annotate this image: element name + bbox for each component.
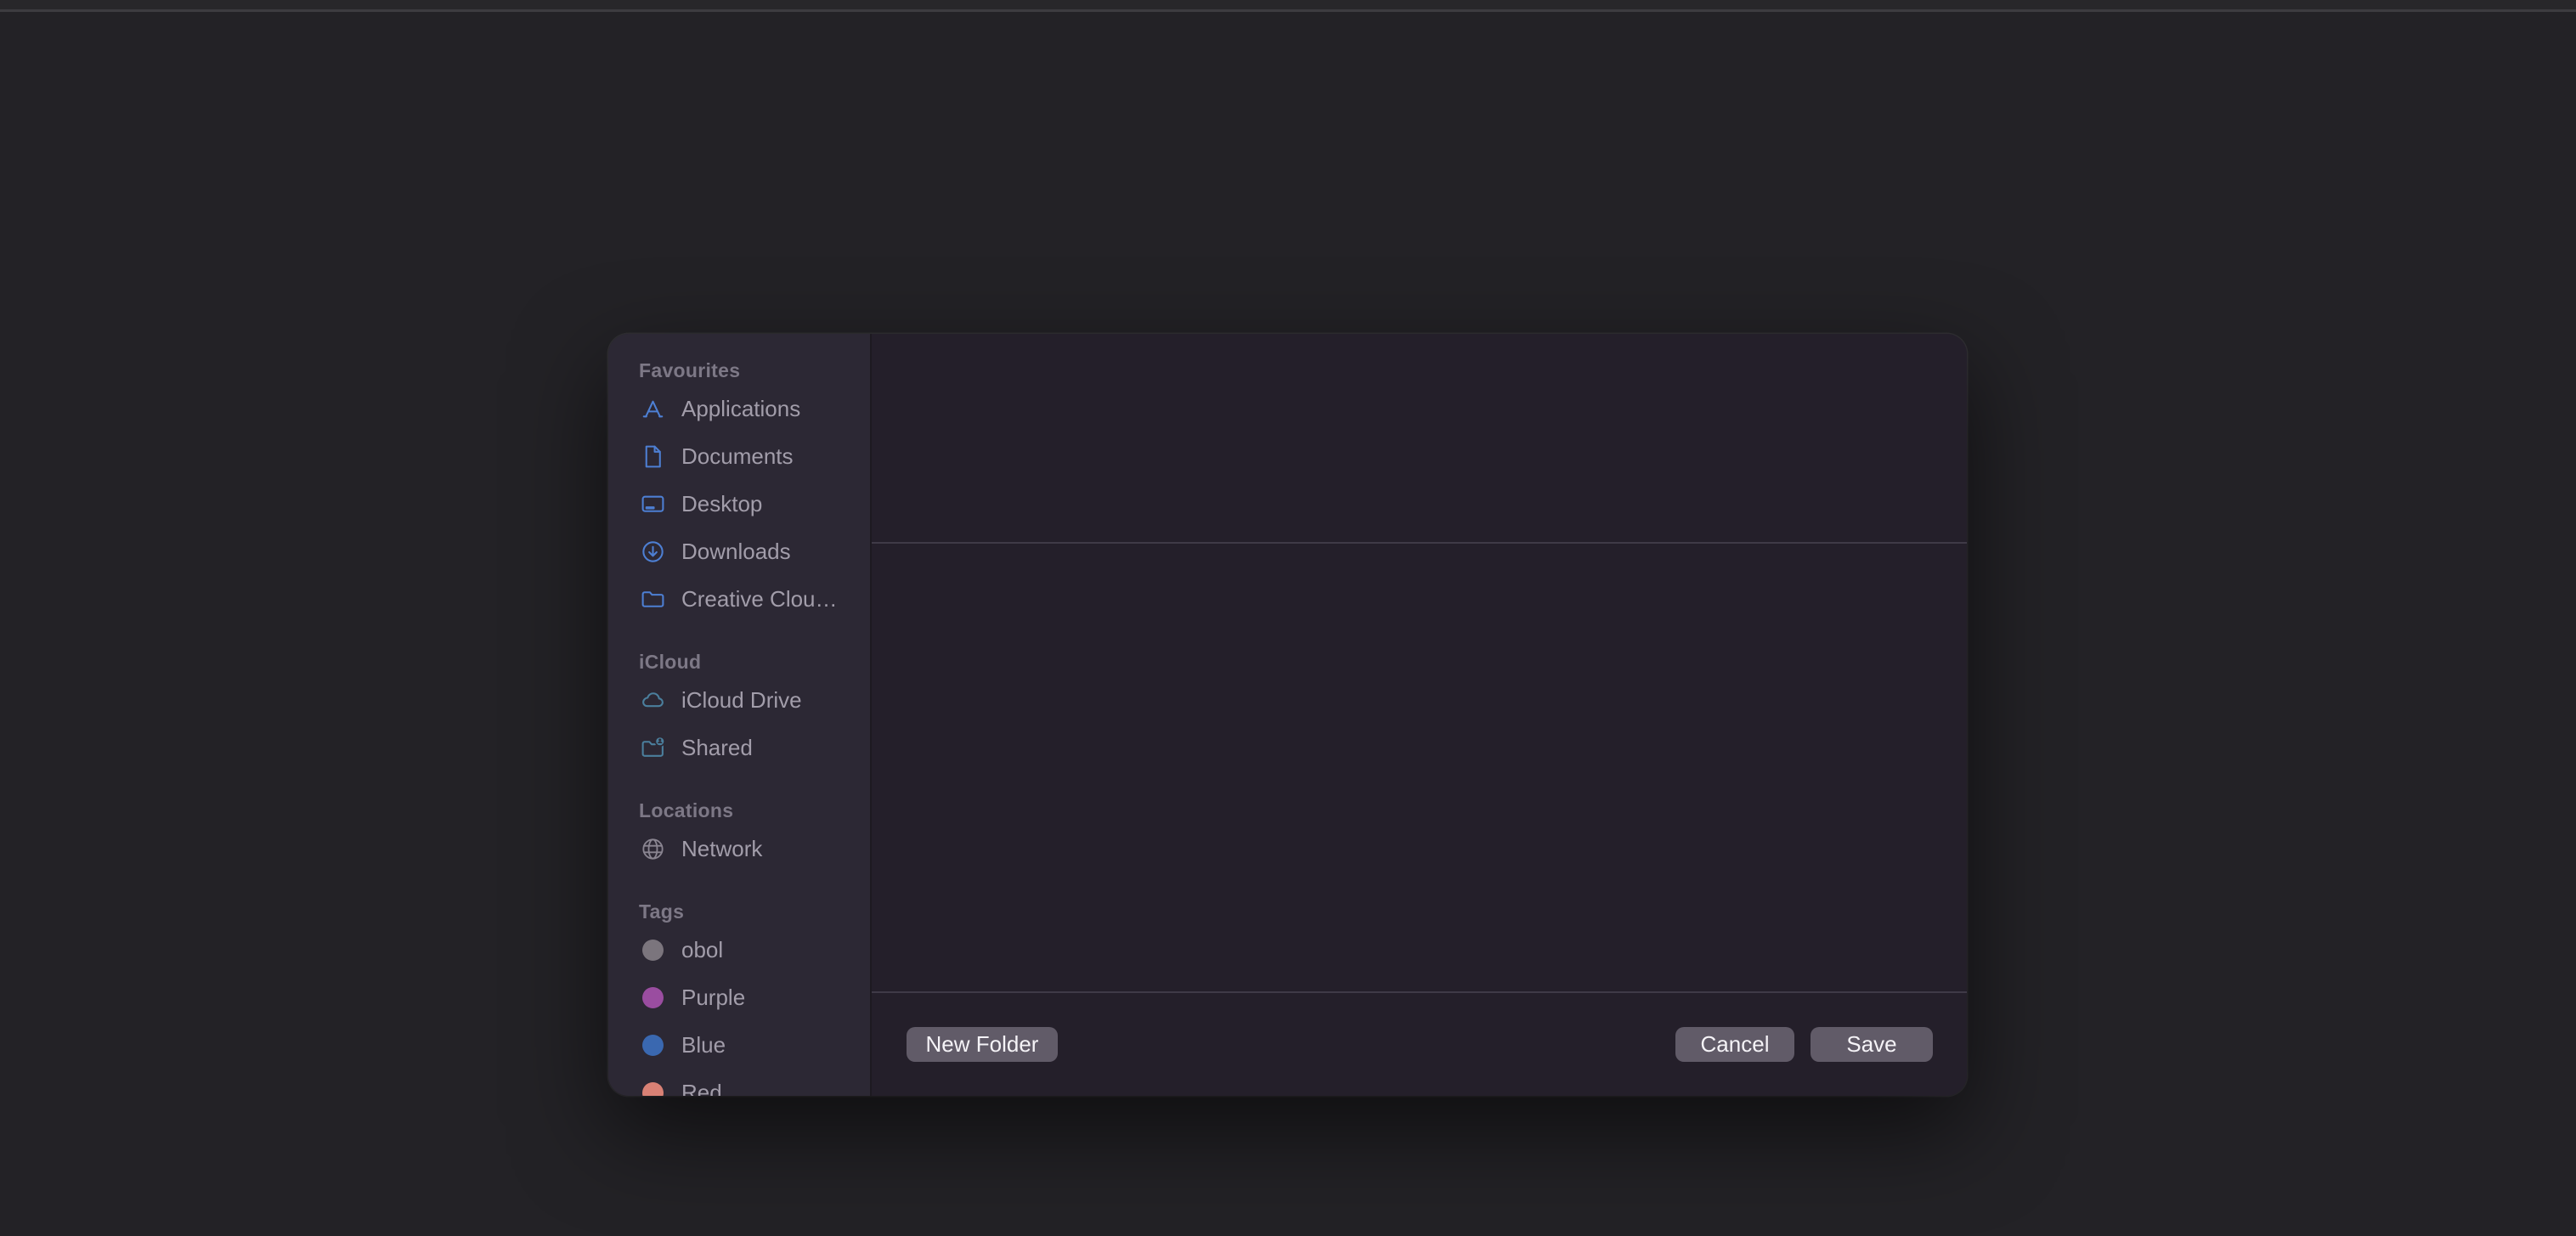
shared-folder-icon bbox=[639, 734, 666, 761]
file-list-area[interactable] bbox=[872, 544, 1967, 991]
save-dialog: Favourites Applications Documents Deskto… bbox=[608, 334, 1967, 1096]
footer-divider bbox=[872, 991, 1967, 993]
sidebar-item-desktop[interactable]: Desktop bbox=[639, 480, 870, 528]
sidebar-item-downloads[interactable]: Downloads bbox=[639, 528, 870, 575]
tag-color-dot bbox=[639, 984, 666, 1011]
folder-icon bbox=[639, 585, 666, 612]
sidebar-section-tags: Tags obol Purple Blue Red bbox=[639, 897, 870, 1096]
sidebar-item-label: Purple bbox=[681, 985, 745, 1011]
sidebar-item-tag-purple[interactable]: Purple bbox=[639, 974, 870, 1021]
menu-bar-divider bbox=[0, 9, 2576, 12]
sidebar-item-label: Network bbox=[681, 836, 762, 862]
tag-color-dot bbox=[639, 1079, 666, 1096]
section-title-locations: Locations bbox=[639, 796, 870, 825]
sidebar-section-favourites: Favourites Applications Documents Deskto… bbox=[639, 356, 870, 623]
download-circle-icon bbox=[639, 538, 666, 565]
sidebar-item-network[interactable]: Network bbox=[639, 825, 870, 872]
document-icon bbox=[639, 443, 666, 470]
sidebar-item-label: Creative Clou… bbox=[681, 586, 838, 612]
sidebar-item-tag-red[interactable]: Red bbox=[639, 1069, 870, 1096]
sidebar: Favourites Applications Documents Deskto… bbox=[608, 334, 872, 1096]
tag-color-dot bbox=[639, 936, 666, 963]
sidebar-item-documents[interactable]: Documents bbox=[639, 432, 870, 480]
sidebar-item-label: iCloud Drive bbox=[681, 687, 802, 714]
cancel-button[interactable]: Cancel bbox=[1675, 1027, 1794, 1062]
sidebar-item-label: Blue bbox=[681, 1032, 726, 1058]
sidebar-item-tag-blue[interactable]: Blue bbox=[639, 1021, 870, 1069]
sidebar-section-icloud: iCloud iCloud Drive Shared bbox=[639, 647, 870, 771]
section-title-favourites: Favourites bbox=[639, 356, 870, 385]
sidebar-item-shared[interactable]: Shared bbox=[639, 724, 870, 771]
sidebar-item-label: Documents bbox=[681, 443, 794, 470]
sidebar-item-icloud-drive[interactable]: iCloud Drive bbox=[639, 676, 870, 724]
sidebar-item-label: Red bbox=[681, 1080, 722, 1097]
sidebar-item-label: Desktop bbox=[681, 491, 762, 517]
sidebar-section-locations: Locations Network bbox=[639, 796, 870, 872]
sidebar-item-label: Applications bbox=[681, 396, 800, 422]
sidebar-item-tag-obol[interactable]: obol bbox=[639, 926, 870, 974]
app-store-icon bbox=[639, 395, 666, 422]
file-browser-pane: Save As: Tags: dappnode bbox=[872, 334, 1967, 1096]
sidebar-item-label: Shared bbox=[681, 735, 753, 761]
section-title-icloud: iCloud bbox=[639, 647, 870, 676]
save-button[interactable]: Save bbox=[1811, 1027, 1933, 1062]
cloud-icon bbox=[639, 686, 666, 714]
sidebar-item-label: obol bbox=[681, 937, 723, 963]
sidebar-item-creative-cloud[interactable]: Creative Clou… bbox=[639, 575, 870, 623]
sidebar-item-label: Downloads bbox=[681, 539, 791, 565]
new-folder-button[interactable]: New Folder bbox=[907, 1027, 1058, 1062]
desktop-icon bbox=[639, 490, 666, 517]
sidebar-item-applications[interactable]: Applications bbox=[639, 385, 870, 432]
section-title-tags: Tags bbox=[639, 897, 870, 926]
tag-color-dot bbox=[639, 1031, 666, 1058]
menu-bar-strip bbox=[0, 0, 2576, 9]
globe-icon bbox=[639, 835, 666, 862]
